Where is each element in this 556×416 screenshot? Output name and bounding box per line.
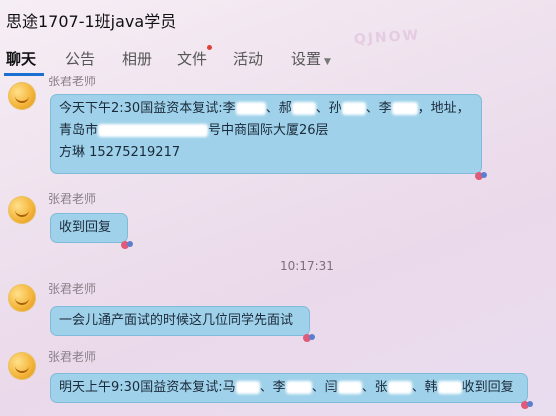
tab-settings-label: 设置	[291, 50, 322, 68]
message-bubble[interactable]: 一会儿通产面试的时候这几位同学先面试	[50, 306, 310, 336]
message-text: 一会儿通产面试的时候这几位同学先面试	[59, 313, 294, 328]
chevron-down-icon: ▼	[324, 57, 331, 67]
message-sender: 张君老师	[48, 192, 97, 206]
message-line: 今天下午2:30国益资本复试:李 、郝 、孙 、李 ，地址，	[59, 101, 470, 116]
avatar[interactable]	[8, 82, 36, 110]
title-bar: 思途1707-1班java学员	[0, 0, 556, 38]
tab-chat[interactable]: 聊天	[6, 48, 36, 69]
timestamp: 10:17:31	[280, 259, 334, 273]
redacted-text	[341, 102, 366, 115]
avatar[interactable]	[8, 352, 36, 380]
redacted-text	[337, 381, 362, 394]
avatar[interactable]	[8, 196, 36, 224]
redacted-text	[291, 102, 316, 115]
tab-album[interactable]: 相册	[122, 48, 152, 69]
redacted-text	[391, 102, 418, 115]
avatar[interactable]	[8, 284, 36, 312]
message-line: 方琳 15275219217	[59, 145, 181, 160]
message-bubble[interactable]: 明天上午9:30国益资本复试:马 、李 、闫 、张 、韩 收到回复	[50, 373, 528, 403]
tab-settings[interactable]: 设置 ▼	[291, 48, 331, 69]
message-text: 收到回复	[59, 220, 112, 235]
message-line: 青岛市 号中商国际大厦26层	[59, 123, 329, 138]
tab-announcements[interactable]: 公告	[65, 48, 95, 69]
message-sender: 张君老师	[48, 282, 97, 296]
redacted-text	[235, 381, 260, 394]
redacted-text	[285, 381, 312, 394]
bubble-sticker-icon	[521, 401, 533, 409]
message-bubble[interactable]: 收到回复	[50, 213, 128, 243]
bubble-sticker-icon	[475, 172, 487, 180]
redacted-text	[98, 124, 209, 137]
message-bubble[interactable]: 今天下午2:30国益资本复试:李 、郝 、孙 、李 ，地址， 青岛市 号中商国际大厦26层…	[50, 94, 482, 174]
message-sender: 张君老师	[48, 76, 97, 88]
notification-dot	[207, 45, 212, 50]
redacted-text	[235, 102, 266, 115]
redacted-text	[437, 381, 462, 394]
redacted-text	[387, 381, 412, 394]
tab-bar: 聊天 公告 相册 文件 活动 设置 ▼	[0, 40, 556, 76]
message-sender: 张君老师	[48, 350, 97, 364]
tab-files[interactable]: 文件	[177, 48, 207, 69]
group-title: 思途1707-1班java学员	[6, 12, 177, 31]
bubble-sticker-icon	[303, 334, 315, 342]
message-list[interactable]: 张君老师 今天下午2:30国益资本复试:李 、郝 、孙 、李 ，地址， 青岛市 号中商国际…	[0, 76, 556, 416]
tab-activities[interactable]: 活动	[233, 48, 263, 69]
bubble-sticker-icon	[121, 241, 133, 249]
